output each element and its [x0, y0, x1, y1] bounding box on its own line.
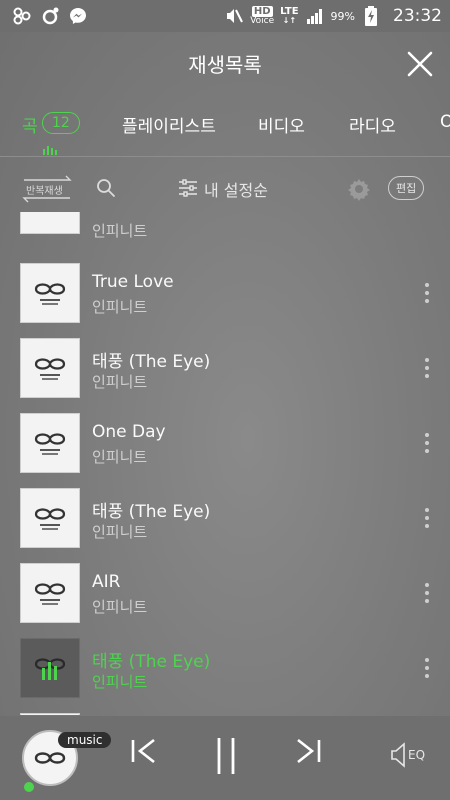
- song-title: 태풍 (The Eye): [92, 502, 211, 522]
- music-badge: music: [58, 732, 112, 748]
- list-item[interactable]: 인피니트: [0, 212, 450, 249]
- album-art: [20, 338, 80, 398]
- app-notification-icon: [12, 6, 32, 26]
- messenger-icon: [68, 6, 88, 26]
- song-title: AIR: [92, 572, 121, 592]
- battery-charging-icon: [361, 6, 381, 26]
- song-artist: 인피니트: [92, 373, 148, 391]
- edit-button[interactable]: 편집: [388, 176, 425, 200]
- divider: [0, 156, 450, 157]
- list-item[interactable]: [0, 713, 450, 715]
- hd-voice-indicator: HD Voice: [250, 6, 275, 26]
- tab-radio[interactable]: 라디오: [349, 112, 396, 137]
- mini-player: music EQ: [0, 716, 450, 800]
- song-artist: 인피니트: [92, 222, 148, 240]
- status-bar: HD Voice LTE ↓↑ 99% 23:32: [0, 0, 450, 32]
- close-button[interactable]: [406, 50, 434, 78]
- speaker-icon: [391, 742, 405, 768]
- signal-icon: [305, 6, 325, 26]
- status-time: 23:32: [393, 6, 442, 26]
- pause-icon: [217, 738, 235, 774]
- repeat-label: 반복재생: [26, 186, 63, 197]
- tab-songs[interactable]: 곡: [22, 112, 38, 137]
- album-art: [20, 212, 80, 234]
- song-title: 태풍 (The Eye): [92, 652, 211, 672]
- tab-overflow[interactable]: O: [440, 112, 450, 132]
- song-list: 인피니트 True Love 인피니트 태풍 (The Eye) 인피니트 On…: [0, 212, 450, 715]
- mute-icon: [224, 6, 244, 26]
- page-title: 재생목록: [188, 52, 262, 77]
- more-options-icon[interactable]: [422, 282, 432, 304]
- more-options-icon[interactable]: [422, 657, 432, 679]
- song-artist: 인피니트: [92, 598, 148, 616]
- album-art: [20, 488, 80, 548]
- previous-icon: [131, 738, 155, 764]
- repeat-button[interactable]: 반복재생: [20, 174, 74, 204]
- album-art: [20, 713, 80, 715]
- previous-button[interactable]: [130, 736, 156, 770]
- album-art: [20, 563, 80, 623]
- pause-button[interactable]: [214, 736, 238, 780]
- gear-icon[interactable]: [347, 177, 371, 205]
- next-button[interactable]: [296, 736, 322, 770]
- search-icon[interactable]: [96, 178, 116, 202]
- songs-count-badge: 12: [42, 112, 80, 134]
- album-art: [20, 638, 80, 698]
- song-artist: 인피니트: [92, 298, 148, 316]
- sort-settings-icon[interactable]: [178, 179, 198, 201]
- song-title: True Love: [92, 272, 174, 292]
- close-icon: [407, 51, 433, 77]
- battery-percent: 99%: [330, 9, 355, 23]
- list-item-now-playing[interactable]: 태풍 (The Eye) 인피니트: [0, 638, 450, 713]
- song-title: 태풍 (The Eye): [92, 352, 211, 372]
- tab-videos[interactable]: 비디오: [258, 112, 305, 137]
- song-artist: 인피니트: [92, 523, 148, 541]
- eq-label: EQ: [408, 748, 426, 762]
- more-options-icon[interactable]: [422, 507, 432, 529]
- playlist-header: 재생목록: [0, 32, 450, 94]
- tab-playlists[interactable]: 플레이리스트: [122, 112, 216, 137]
- sort-label[interactable]: 내 설정순: [204, 177, 268, 201]
- music-notification-icon: [40, 6, 60, 26]
- more-options-icon[interactable]: [422, 582, 432, 604]
- album-art: [20, 263, 80, 323]
- tab-bar: 곡 12 플레이리스트 비디오 라디오 O: [0, 100, 450, 156]
- song-title: One Day: [92, 422, 166, 442]
- lte-indicator: LTE ↓↑: [280, 6, 299, 26]
- list-item[interactable]: 태풍 (The Eye) 인피니트: [0, 488, 450, 563]
- list-toolbar: 반복재생 내 설정순 편집: [0, 170, 450, 210]
- next-icon: [297, 738, 321, 764]
- more-options-icon[interactable]: [422, 432, 432, 454]
- list-item[interactable]: True Love 인피니트: [0, 263, 450, 338]
- eq-button[interactable]: EQ: [390, 742, 425, 768]
- more-options-icon[interactable]: [422, 357, 432, 379]
- album-art: [20, 413, 80, 473]
- song-artist: 인피니트: [92, 673, 148, 691]
- list-item[interactable]: 태풍 (The Eye) 인피니트: [0, 338, 450, 413]
- song-artist: 인피니트: [92, 448, 148, 466]
- list-item[interactable]: One Day 인피니트: [0, 413, 450, 488]
- playing-indicator-dot: [24, 782, 34, 792]
- list-item[interactable]: AIR 인피니트: [0, 563, 450, 638]
